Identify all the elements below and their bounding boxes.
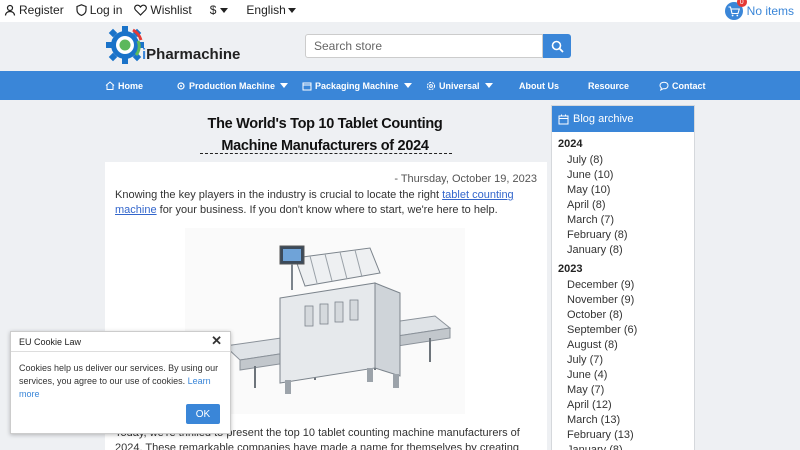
archive-month-link[interactable]: February (8) xyxy=(567,228,694,243)
cookie-header: EU Cookie Law ✕ xyxy=(11,332,230,352)
cart-label: No items xyxy=(746,4,794,18)
archive-month-link[interactable]: January (8) xyxy=(567,443,694,450)
settings-icon xyxy=(426,81,436,90)
wishlist-label: Wishlist xyxy=(150,3,192,17)
nav-home-label: Home xyxy=(118,80,144,91)
cart-count-badge: 0 xyxy=(736,0,747,7)
nav-contact-label: Contact xyxy=(672,80,706,91)
archive-month-link[interactable]: July (7) xyxy=(567,353,694,368)
archive-month-link[interactable]: September (6) xyxy=(567,323,694,338)
search-bar xyxy=(305,34,571,58)
cookie-title: EU Cookie Law xyxy=(19,337,82,347)
nav-about-label: About Us xyxy=(519,80,559,91)
nav-universal[interactable]: Universal xyxy=(426,71,493,100)
nav-production-label: Production Machine xyxy=(189,80,276,91)
archive-month-link[interactable]: July (8) xyxy=(567,153,694,168)
login-link[interactable]: Log in xyxy=(76,3,123,17)
nav-about-us[interactable]: About Us xyxy=(519,71,559,100)
archive-month-link[interactable]: November (9) xyxy=(567,293,694,308)
archive-month-link[interactable]: April (12) xyxy=(567,398,694,413)
cookie-banner: EU Cookie Law ✕ Cookies help us deliver … xyxy=(10,331,231,434)
login-label: Log in xyxy=(89,3,123,17)
nav-packaging-machine[interactable]: Packaging Machine xyxy=(302,71,412,100)
archive-month-link[interactable]: May (7) xyxy=(567,383,694,398)
chevron-down-icon xyxy=(287,7,296,13)
archive-month-link[interactable]: January (8) xyxy=(567,243,694,258)
register-link[interactable]: Register xyxy=(4,3,64,17)
post-intro: Knowing the key players in the industry … xyxy=(115,188,540,218)
logo[interactable]: iPharmachine xyxy=(104,24,240,66)
nav-production-machine[interactable]: Production Machine xyxy=(176,71,289,100)
search-button[interactable] xyxy=(543,34,571,58)
archive-month-link[interactable]: August (8) xyxy=(567,338,694,353)
chevron-down-icon xyxy=(403,83,412,88)
register-label: Register xyxy=(19,3,64,17)
chevron-down-icon xyxy=(220,7,229,13)
archive-month-link[interactable]: April (8) xyxy=(567,198,694,213)
archive-month-link[interactable]: February (13) xyxy=(567,428,694,443)
cart-link[interactable]: 0 No items xyxy=(724,0,794,20)
archive-month-link[interactable]: March (7) xyxy=(567,213,694,228)
archive-year: 2024 xyxy=(558,138,583,150)
archive-month-link[interactable]: May (10) xyxy=(567,183,694,198)
logo-name: Pharmachine xyxy=(146,46,241,63)
cookie-ok-button[interactable]: OK xyxy=(186,404,220,424)
search-input[interactable] xyxy=(305,34,543,58)
language-select[interactable]: English xyxy=(246,3,296,17)
nav-resource-label: Resource xyxy=(588,80,630,91)
logo-text: iPharmachine xyxy=(142,46,240,63)
archive-list: 2024 July (8) June (10) May (10) April (8) Ma… xyxy=(552,138,694,450)
nav-resource[interactable]: Resource xyxy=(588,71,629,100)
heart-icon xyxy=(134,4,148,16)
archive-month-link[interactable]: October (8) xyxy=(567,308,694,323)
shield-icon xyxy=(76,4,87,16)
title-divider xyxy=(200,153,452,154)
cookie-message: Cookies help us deliver our services. By… xyxy=(11,352,230,401)
article-title: The World's Top 10 Tablet Counting Machi… xyxy=(207,116,443,154)
archive-month-link[interactable]: June (10) xyxy=(567,168,694,183)
box-icon xyxy=(302,82,312,90)
intro-text-after: for your business. If you don't know whe… xyxy=(156,204,498,216)
intro-text-before: Knowing the key players in the industry … xyxy=(115,189,443,201)
nav-home[interactable]: Home xyxy=(105,71,143,100)
top-bar: Register Log in Wishlist $ English 0 No … xyxy=(0,0,800,22)
nav-packaging-label: Packaging Machine xyxy=(315,80,399,91)
header: iPharmachine xyxy=(0,22,800,70)
calendar-icon xyxy=(558,114,569,124)
home-icon xyxy=(105,81,115,90)
nav-universal-label: Universal xyxy=(439,80,480,91)
chevron-down-icon xyxy=(484,83,493,88)
language-value: English xyxy=(246,3,286,17)
sidebar-header: Blog archive xyxy=(552,106,694,132)
chat-icon xyxy=(659,81,669,91)
archive-month-link[interactable]: December (9) xyxy=(567,278,694,293)
sidebar-title: Blog archive xyxy=(573,113,634,125)
main-nav: Home Production Machine Packaging Machin… xyxy=(0,71,800,100)
nav-contact[interactable]: Contact xyxy=(659,71,706,100)
archive-year: 2023 xyxy=(558,263,583,275)
close-icon[interactable]: ✕ xyxy=(211,333,222,349)
cart-icon: 0 xyxy=(724,0,747,20)
archive-month-link[interactable]: June (4) xyxy=(567,368,694,383)
chevron-down-icon xyxy=(280,83,289,88)
currency-value: $ xyxy=(209,3,217,17)
currency-select[interactable]: $ xyxy=(210,3,229,17)
cog-icon xyxy=(177,81,185,90)
wishlist-link[interactable]: Wishlist xyxy=(134,3,192,17)
post-date: - Thursday, October 19, 2023 xyxy=(394,173,537,185)
blog-archive-sidebar: Blog archive 2024 July (8) June (10) May (1… xyxy=(551,105,695,450)
gear-logo-icon xyxy=(106,26,144,64)
archive-month-link[interactable]: March (13) xyxy=(567,413,694,428)
search-icon xyxy=(551,40,564,53)
user-icon xyxy=(4,4,16,16)
